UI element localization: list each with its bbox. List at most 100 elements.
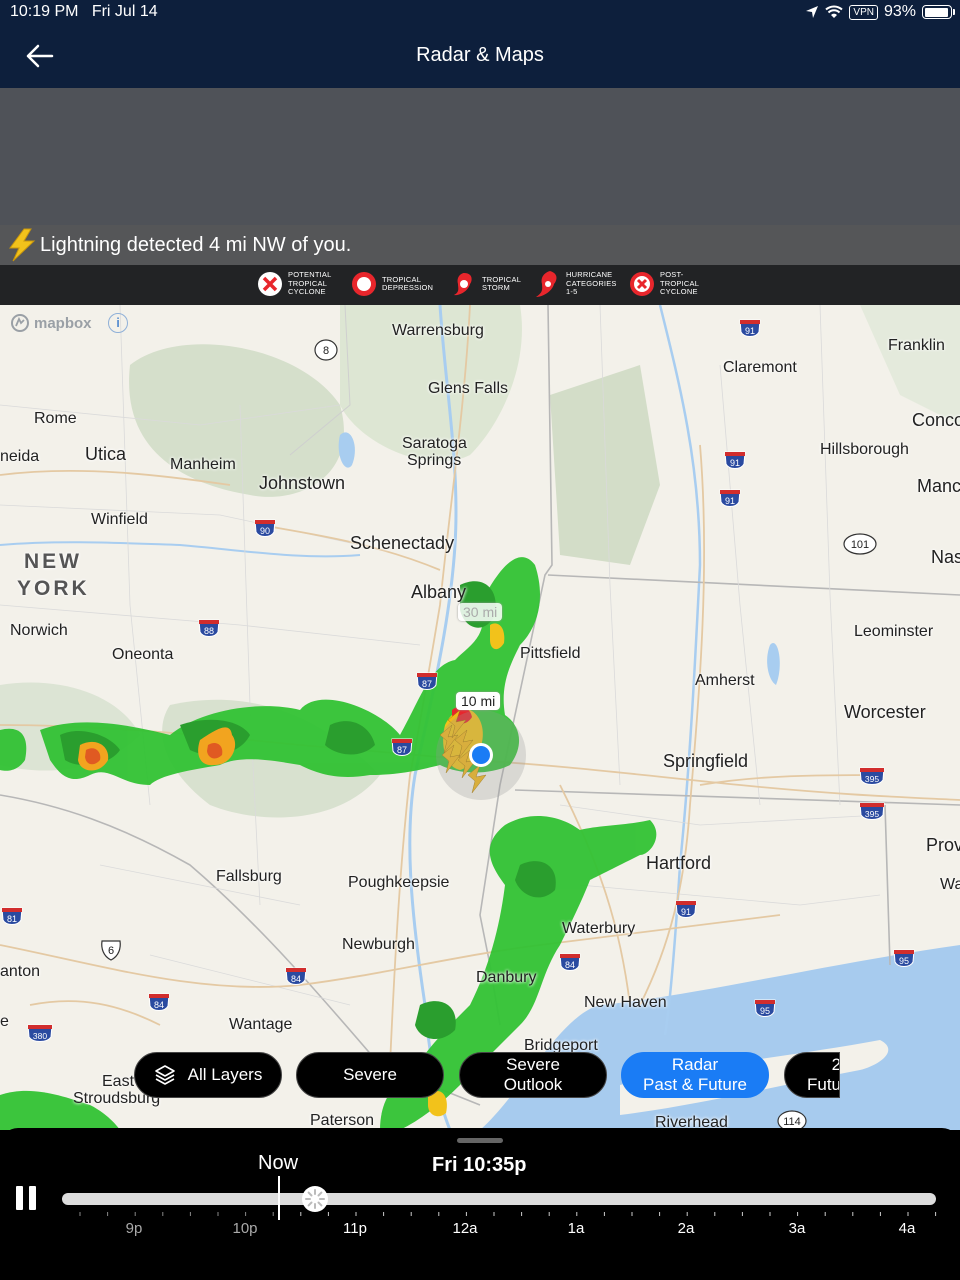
hour-label: 10p: [232, 1220, 258, 1237]
city-label: Newburgh: [342, 936, 415, 953]
chip-all-layers[interactable]: All Layers: [134, 1052, 282, 1098]
legend-tropical-depression: TROPICAL DEPRESSION: [350, 270, 433, 298]
hour-label: 1a: [567, 1220, 585, 1237]
svg-text:95: 95: [899, 956, 909, 966]
chip-label: 2Futu: [807, 1055, 840, 1094]
city-label: e: [0, 1013, 9, 1030]
range-ring-label-outer: 30 mi: [458, 603, 503, 621]
svg-text:91: 91: [745, 326, 755, 336]
state-label: NEW: [24, 550, 82, 573]
city-label: Waterbury: [562, 920, 636, 937]
city-label: Worcester: [844, 702, 926, 722]
city-label: East: [102, 1073, 135, 1090]
location-arrow-icon: [806, 6, 819, 18]
svg-text:6: 6: [108, 945, 114, 957]
svg-text:114: 114: [783, 1116, 801, 1128]
city-label: Utica: [85, 444, 127, 464]
chip-label: Severe: [343, 1065, 397, 1084]
interstate-shield: 395: [858, 766, 886, 793]
interstate-shield: 81: [0, 906, 24, 933]
us-route-shield: 6: [99, 938, 123, 967]
lightning-icon: [9, 228, 36, 262]
pause-icon: [16, 1186, 23, 1210]
lightning-alert-banner[interactable]: Lightning detected 4 mi NW of you.: [0, 225, 960, 265]
city-label: Pittsfield: [520, 645, 581, 662]
interstate-shield: 84: [284, 966, 308, 993]
city-label: Franklin: [888, 337, 945, 354]
city-label: Saratoga: [402, 435, 467, 452]
chip-label: All Layers: [187, 1065, 263, 1084]
hurricane-icon: [536, 271, 557, 297]
interstate-shield: 91: [723, 450, 747, 477]
city-label: Rome: [34, 410, 77, 427]
hour-label: 12a: [452, 1220, 478, 1237]
chip-label: Radar Past & Future: [643, 1055, 747, 1094]
city-label: New Haven: [584, 994, 667, 1011]
timeline-panel: Now Fri 10:35p 9p 10p 11p 12a 1a 2a 3a 4…: [0, 1128, 960, 1280]
city-label: Claremont: [723, 359, 797, 376]
battery-icon: [922, 5, 955, 19]
interstate-shield: 95: [753, 998, 777, 1025]
city-label: Warrensburg: [392, 322, 484, 339]
city-label: Winfield: [91, 511, 148, 528]
timeline-slider-thumb[interactable]: [302, 1186, 328, 1212]
potential-tropical-cyclone-icon: [258, 272, 282, 296]
svg-text:81: 81: [7, 914, 17, 924]
city-label: Albany: [411, 582, 467, 602]
battery-percent: 93%: [883, 3, 916, 20]
svg-text:84: 84: [291, 974, 301, 984]
city-label: Wa: [940, 876, 960, 893]
interstate-shield: 84: [558, 952, 582, 979]
route-shield: 101: [842, 532, 878, 561]
layers-icon: [154, 1065, 175, 1085]
lightning-alert-text: Lightning detected 4 mi NW of you.: [40, 234, 352, 256]
tropical-legend: POTENTIAL TROPICAL CYCLONE TROPICAL DEPRESS…: [0, 265, 960, 305]
state-label: YORK: [17, 577, 90, 600]
radar-map[interactable]: mapbox i Warrensburg Glens Falls Saratog…: [0, 305, 960, 1130]
legend-hurricane: HURRICANE CATEGORIES 1-5: [534, 270, 617, 298]
interstate-shield: 380: [26, 1023, 54, 1050]
chip-severe-outlook[interactable]: Severe Outlook: [459, 1052, 607, 1098]
city-label: anton: [0, 963, 41, 980]
status-bar: 10:19 PM Fri Jul 14 VPN 93%: [0, 0, 960, 24]
interstate-shield: 91: [674, 899, 698, 926]
legend-post-tropical-cyclone: POST- TROPICAL CYCLONE: [628, 270, 699, 298]
tropical-storm-icon: [454, 273, 472, 296]
route-shield: 114: [776, 1109, 808, 1130]
svg-text:91: 91: [725, 496, 735, 506]
route-shield: 8: [313, 338, 339, 367]
chip-future-radar[interactable]: 2Futu: [784, 1052, 840, 1098]
city-label: Nas: [931, 547, 960, 567]
svg-text:395: 395: [865, 809, 879, 819]
map-info-button[interactable]: i: [108, 313, 128, 333]
hour-label: 4a: [898, 1220, 916, 1237]
hour-label: 2a: [677, 1220, 695, 1237]
timeline-slider-track[interactable]: [62, 1193, 936, 1205]
status-icons: VPN 93%: [805, 3, 955, 21]
svg-text:380: 380: [33, 1031, 47, 1041]
hour-label: 3a: [788, 1220, 806, 1237]
interstate-shield: 91: [718, 488, 742, 515]
city-label: Hillsborough: [820, 441, 909, 458]
interstate-shield: 87: [390, 737, 414, 764]
post-tropical-cyclone-icon: [630, 272, 654, 296]
nav-bar: Radar & Maps: [0, 24, 960, 88]
city-label: Oneonta: [112, 646, 174, 663]
svg-text:88: 88: [204, 626, 214, 636]
mapbox-logo-icon: [11, 314, 29, 332]
chip-radar-past-future[interactable]: Radar Past & Future: [621, 1052, 769, 1098]
svg-text:395: 395: [865, 774, 879, 784]
chip-severe[interactable]: Severe: [296, 1052, 444, 1098]
svg-text:84: 84: [154, 1000, 164, 1010]
svg-text:91: 91: [730, 458, 740, 468]
svg-text:101: 101: [851, 539, 869, 551]
city-label: Manheim: [170, 456, 236, 473]
svg-text:90: 90: [260, 526, 270, 536]
city-label: Conco: [912, 410, 960, 430]
city-label: Danbury: [476, 969, 537, 986]
interstate-shield: 91: [738, 318, 762, 345]
range-ring-label-inner: 10 mi: [456, 692, 501, 710]
city-label: Hartford: [646, 853, 712, 873]
drag-handle[interactable]: [457, 1138, 503, 1143]
pause-button[interactable]: [16, 1186, 38, 1212]
